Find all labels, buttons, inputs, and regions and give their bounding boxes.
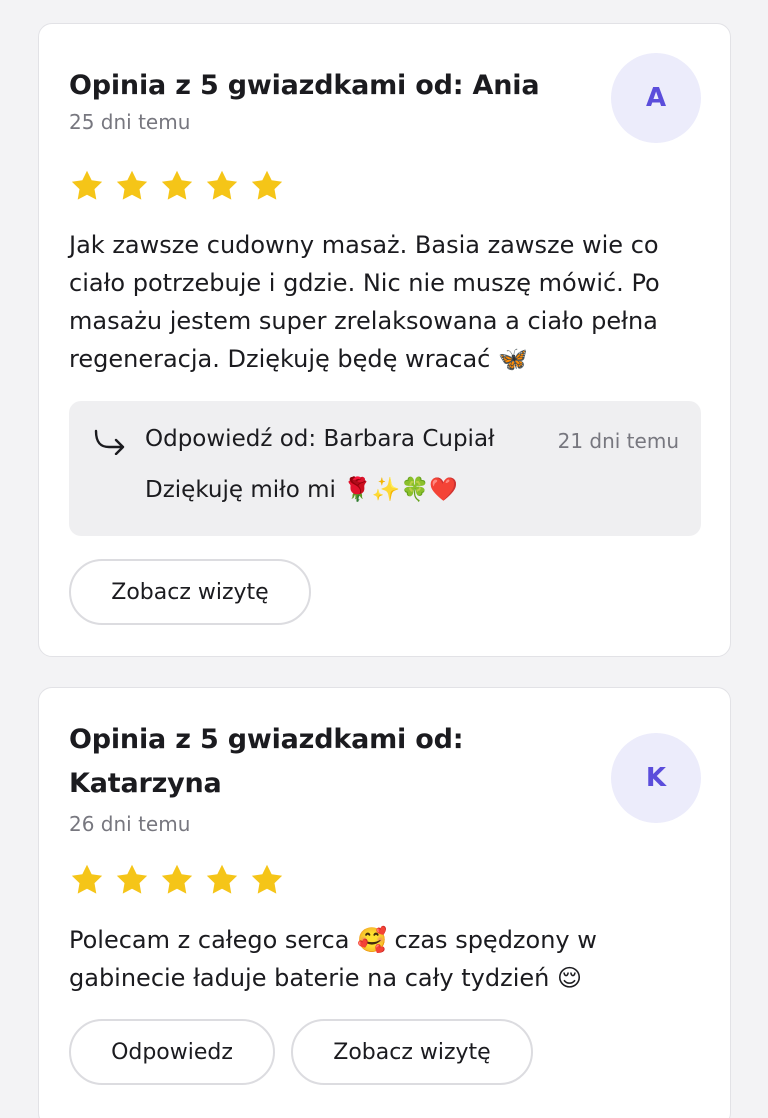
star-icon bbox=[71, 864, 103, 894]
star-icon bbox=[251, 864, 283, 894]
reply-text: Dziękuję miło mi 🌹✨🍀❤️ bbox=[145, 477, 458, 503]
review-card: Opinia z 5 gwiazdkami od: Katarzyna 26 d… bbox=[38, 687, 731, 1118]
view-visit-button[interactable]: Zobacz wizytę bbox=[69, 559, 311, 625]
review-date: 25 dni temu bbox=[69, 110, 191, 134]
star-icon bbox=[116, 864, 148, 894]
star-rating bbox=[69, 168, 285, 204]
star-icon bbox=[116, 170, 148, 200]
star-icon bbox=[161, 170, 193, 200]
star-rating bbox=[69, 862, 285, 898]
owner-reply: Odpowiedź od: Barbara Cupiał 21 dni temu… bbox=[69, 401, 701, 536]
review-date: 26 dni temu bbox=[69, 812, 191, 836]
reply-date: 21 dni temu bbox=[557, 429, 679, 453]
review-card: Opinia z 5 gwiazdkami od: Ania 25 dni te… bbox=[38, 23, 731, 657]
star-icon bbox=[161, 864, 193, 894]
avatar: A bbox=[611, 53, 701, 143]
reply-author: Odpowiedź od: Barbara Cupiał bbox=[145, 426, 495, 452]
view-visit-button[interactable]: Zobacz wizytę bbox=[291, 1019, 533, 1085]
star-icon bbox=[251, 170, 283, 200]
reply-arrow-icon bbox=[94, 429, 125, 455]
review-text: Polecam z całego serca 🥰 czas spędzony w… bbox=[69, 926, 597, 992]
star-icon bbox=[71, 170, 103, 200]
star-icon bbox=[206, 170, 238, 200]
review-title: Opinia z 5 gwiazdkami od: Ania bbox=[69, 70, 540, 101]
reviews-feed: Opinia z 5 gwiazdkami od: Ania 25 dni te… bbox=[0, 0, 768, 1118]
star-icon bbox=[206, 864, 238, 894]
review-text: Jak zawsze cudowny masaż. Basia zawsze w… bbox=[69, 231, 660, 373]
avatar: K bbox=[611, 733, 701, 823]
reply-button[interactable]: Odpowiedz bbox=[69, 1019, 275, 1085]
review-title: Opinia z 5 gwiazdkami od: Katarzyna bbox=[69, 724, 464, 799]
